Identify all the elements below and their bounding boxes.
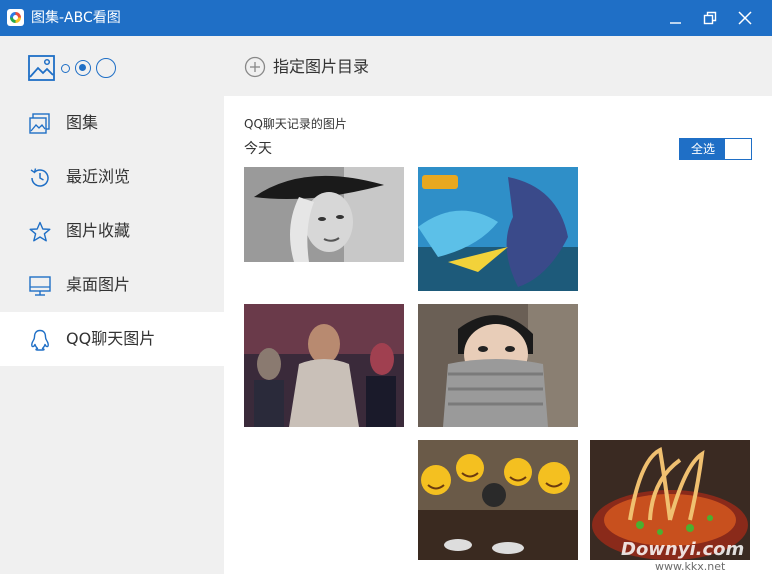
thumb-woman-hat (244, 167, 404, 262)
thumb-movie-poster (244, 304, 404, 427)
sidebar-nav: 图集 最近浏览 图片收藏 桌面图片 QQ聊天图片 (0, 96, 224, 366)
gallery-icon (29, 113, 50, 134)
sidebar-item-label: 最近浏览 (66, 167, 131, 186)
add-directory-label: 指定图片目录 (273, 57, 370, 76)
thumbnail-image[interactable] (418, 167, 578, 291)
sidebar-item-gallery[interactable]: 图集 (0, 96, 224, 150)
date-group-label: 今天 (244, 141, 272, 157)
medium-size-option[interactable] (75, 60, 91, 76)
watermark: Downyi.com www.kkx.net (615, 540, 772, 574)
sidebar-item-label: 桌面图片 (66, 275, 131, 294)
close-icon (738, 11, 752, 25)
restore-icon (703, 11, 717, 25)
toolbar: 指定图片目录 (224, 36, 772, 96)
close-button[interactable] (727, 0, 763, 36)
minimize-button[interactable] (658, 0, 694, 36)
thumb-emoji-party (418, 440, 578, 560)
qq-penguin-icon (31, 329, 49, 351)
plus-circle-icon (244, 56, 266, 78)
sidebar-item-label: 图片收藏 (66, 221, 131, 240)
restore-button[interactable] (692, 0, 728, 36)
thumb-person-scarf (418, 304, 578, 427)
sidebar-item-label: 图集 (66, 113, 99, 132)
thumbnail-image[interactable] (418, 440, 578, 560)
history-icon (30, 168, 49, 187)
thumbnail-image[interactable] (418, 304, 578, 427)
section-title: QQ聊天记录的图片 (244, 117, 347, 131)
sidebar-item-desktop[interactable]: 桌面图片 (0, 258, 224, 312)
title-bar: 图集-ABC看图 (0, 0, 772, 36)
sidebar-item-qq-images[interactable]: QQ聊天图片 (0, 312, 224, 366)
thumbnail-image[interactable] (244, 304, 404, 427)
add-directory-button[interactable]: 指定图片目录 (244, 56, 404, 78)
monitor-icon (29, 276, 51, 296)
minimize-icon (670, 22, 681, 24)
select-all-label: 全选 (680, 139, 726, 159)
sidebar-item-label: QQ聊天图片 (66, 329, 156, 348)
image-icon (28, 55, 55, 81)
thumbnail-size-switch (28, 54, 128, 82)
thumbnail-image[interactable] (244, 167, 404, 262)
image-grid-area: QQ聊天记录的图片 今天 全选 (224, 96, 772, 574)
window-title: 图集-ABC看图 (31, 10, 121, 26)
sidebar-item-favorites[interactable]: 图片收藏 (0, 204, 224, 258)
watermark-brand: Downyi.com (621, 539, 745, 560)
select-all-toggle[interactable]: 全选 (679, 138, 752, 160)
star-icon (29, 221, 51, 242)
sidebar-item-recent[interactable]: 最近浏览 (0, 150, 224, 204)
small-size-option[interactable] (61, 64, 70, 73)
watermark-url: www.kkx.net (655, 560, 726, 573)
thumb-game-art (418, 167, 578, 291)
large-size-option[interactable] (96, 58, 116, 78)
app-logo-icon (7, 9, 24, 26)
sidebar: 图集 最近浏览 图片收藏 桌面图片 QQ聊天图片 (0, 36, 224, 574)
